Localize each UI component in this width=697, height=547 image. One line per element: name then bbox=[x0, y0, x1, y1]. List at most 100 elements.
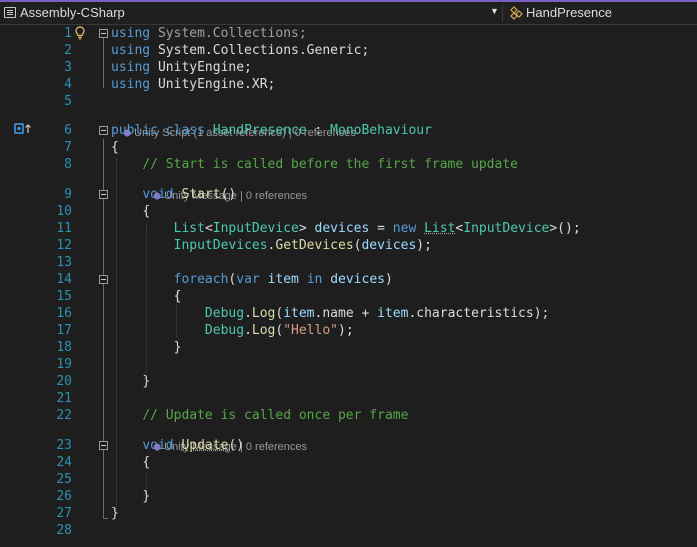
code-line[interactable]: 7 { bbox=[0, 139, 697, 156]
fold-toggle[interactable] bbox=[99, 190, 108, 199]
fold-toggle[interactable] bbox=[99, 29, 108, 38]
code-line[interactable]: 11 List<InputDevice> devices = new List<… bbox=[0, 220, 697, 237]
base-class: MonoBehaviour bbox=[330, 123, 432, 138]
code-line[interactable]: 16 Debug.Log(item.name + item.characteri… bbox=[0, 305, 697, 322]
keyword: using bbox=[111, 77, 151, 92]
namespace: System.Collections; bbox=[150, 26, 307, 41]
variable: devices bbox=[330, 272, 385, 287]
code-line[interactable]: 21 bbox=[0, 390, 697, 407]
line-number: 18 bbox=[56, 340, 72, 355]
code-line[interactable]: 6 public class HandPresence : MonoBehavi… bbox=[0, 122, 697, 139]
keyword: new bbox=[392, 221, 417, 236]
punctuation: = bbox=[369, 221, 393, 236]
punctuation: () bbox=[228, 438, 245, 453]
code-line[interactable]: 4 using UnityEngine.XR; bbox=[0, 76, 697, 93]
punctuation: . bbox=[244, 323, 252, 338]
punctuation: > bbox=[298, 221, 307, 236]
code-line[interactable]: 12 InputDevices.GetDevices(devices); bbox=[0, 237, 697, 254]
keyword: using bbox=[111, 26, 151, 41]
variable: devices bbox=[314, 221, 370, 236]
code-editor[interactable]: 1 using System.Collections; 2 using Syst… bbox=[0, 25, 697, 547]
keyword: foreach bbox=[173, 272, 229, 287]
brace: { bbox=[142, 455, 151, 470]
keyword: void bbox=[142, 438, 174, 453]
divider bbox=[502, 5, 503, 22]
type-name: InputDevice bbox=[212, 221, 299, 236]
line-number: 11 bbox=[56, 221, 72, 236]
project-dropdown[interactable]: Assembly-CSharp bbox=[20, 5, 125, 20]
brace: } bbox=[142, 489, 151, 504]
punctuation: . bbox=[244, 306, 252, 321]
line-number: 19 bbox=[56, 357, 72, 372]
type-name: List bbox=[173, 221, 205, 236]
namespace: System.Collections.Generic; bbox=[150, 43, 370, 58]
fold-toggle[interactable] bbox=[99, 275, 108, 284]
line-number: 12 bbox=[56, 238, 72, 253]
line-number: 24 bbox=[56, 455, 72, 470]
variable: devices bbox=[361, 238, 417, 253]
code-line[interactable]: 19 bbox=[0, 356, 697, 373]
code-line[interactable]: 20 } bbox=[0, 373, 697, 390]
line-number: 22 bbox=[56, 408, 72, 423]
line-number: 5 bbox=[64, 94, 72, 109]
code-line[interactable]: 22 // Update is called once per frame bbox=[0, 407, 697, 424]
brace: } bbox=[142, 374, 151, 389]
punctuation: + bbox=[353, 306, 378, 321]
code-line[interactable]: 26 } bbox=[0, 488, 697, 505]
line-number: 27 bbox=[56, 506, 72, 521]
code-line[interactable]: 1 using System.Collections; bbox=[0, 25, 697, 42]
method-name: Log bbox=[251, 306, 276, 321]
line-number: 17 bbox=[56, 323, 72, 338]
code-line[interactable]: 3 using UnityEngine; bbox=[0, 59, 697, 76]
code-line[interactable]: 8 // Start is called before the first fr… bbox=[0, 156, 697, 173]
line-number: 4 bbox=[64, 77, 72, 92]
line-number: 16 bbox=[56, 306, 72, 321]
variable: item bbox=[377, 306, 409, 321]
method-name: Start bbox=[181, 187, 221, 202]
code-line[interactable]: 23 void Update() bbox=[0, 437, 697, 454]
code-line[interactable]: 15 { bbox=[0, 288, 697, 305]
keyword: using bbox=[111, 60, 151, 75]
type-name: InputDevice bbox=[463, 221, 550, 236]
code-line[interactable]: 25 bbox=[0, 471, 697, 488]
punctuation: () bbox=[220, 187, 237, 202]
fold-toggle[interactable] bbox=[99, 441, 108, 450]
fold-toggle[interactable] bbox=[99, 126, 108, 135]
type-name: Debug bbox=[204, 306, 245, 321]
line-number: 2 bbox=[64, 43, 72, 58]
line-number: 8 bbox=[64, 157, 72, 172]
brace: } bbox=[111, 506, 119, 521]
punctuation: ); bbox=[338, 323, 354, 338]
code-line[interactable]: 18 } bbox=[0, 339, 697, 356]
type-name: Debug bbox=[204, 323, 245, 338]
member-dropdown[interactable]: HandPresence bbox=[526, 5, 612, 20]
method-name: Update bbox=[181, 438, 229, 453]
line-number: 20 bbox=[56, 374, 72, 389]
line-number: 23 bbox=[56, 438, 72, 453]
punctuation: ); bbox=[533, 306, 550, 321]
code-line[interactable]: 5 bbox=[0, 93, 697, 110]
code-line[interactable]: 17 Debug.Log("Hello"); bbox=[0, 322, 697, 339]
code-line[interactable]: 13 bbox=[0, 254, 697, 271]
code-line[interactable]: 28 bbox=[0, 522, 697, 539]
project-icon bbox=[4, 7, 16, 18]
line-number: 28 bbox=[56, 523, 72, 538]
punctuation: ); bbox=[416, 238, 432, 253]
code-line[interactable]: 27 } bbox=[0, 505, 697, 522]
keyword: using bbox=[111, 43, 151, 58]
line-number: 1 bbox=[64, 26, 72, 41]
brace: } bbox=[173, 340, 182, 355]
property: characteristics bbox=[416, 306, 534, 321]
keyword: void bbox=[142, 187, 174, 202]
code-line[interactable]: 9 void Start() bbox=[0, 186, 697, 203]
punctuation: < bbox=[204, 221, 213, 236]
code-line[interactable]: 24 { bbox=[0, 454, 697, 471]
code-line[interactable]: 14 foreach(var item in devices) bbox=[0, 271, 697, 288]
chevron-down-icon[interactable]: ▼ bbox=[490, 6, 499, 16]
lightbulb-icon[interactable] bbox=[73, 25, 87, 41]
code-line[interactable]: 10 { bbox=[0, 203, 697, 220]
variable: item bbox=[283, 306, 315, 321]
brace: { bbox=[142, 204, 151, 219]
comment: // Update is called once per frame bbox=[142, 408, 409, 423]
code-line[interactable]: 2 using System.Collections.Generic; bbox=[0, 42, 697, 59]
